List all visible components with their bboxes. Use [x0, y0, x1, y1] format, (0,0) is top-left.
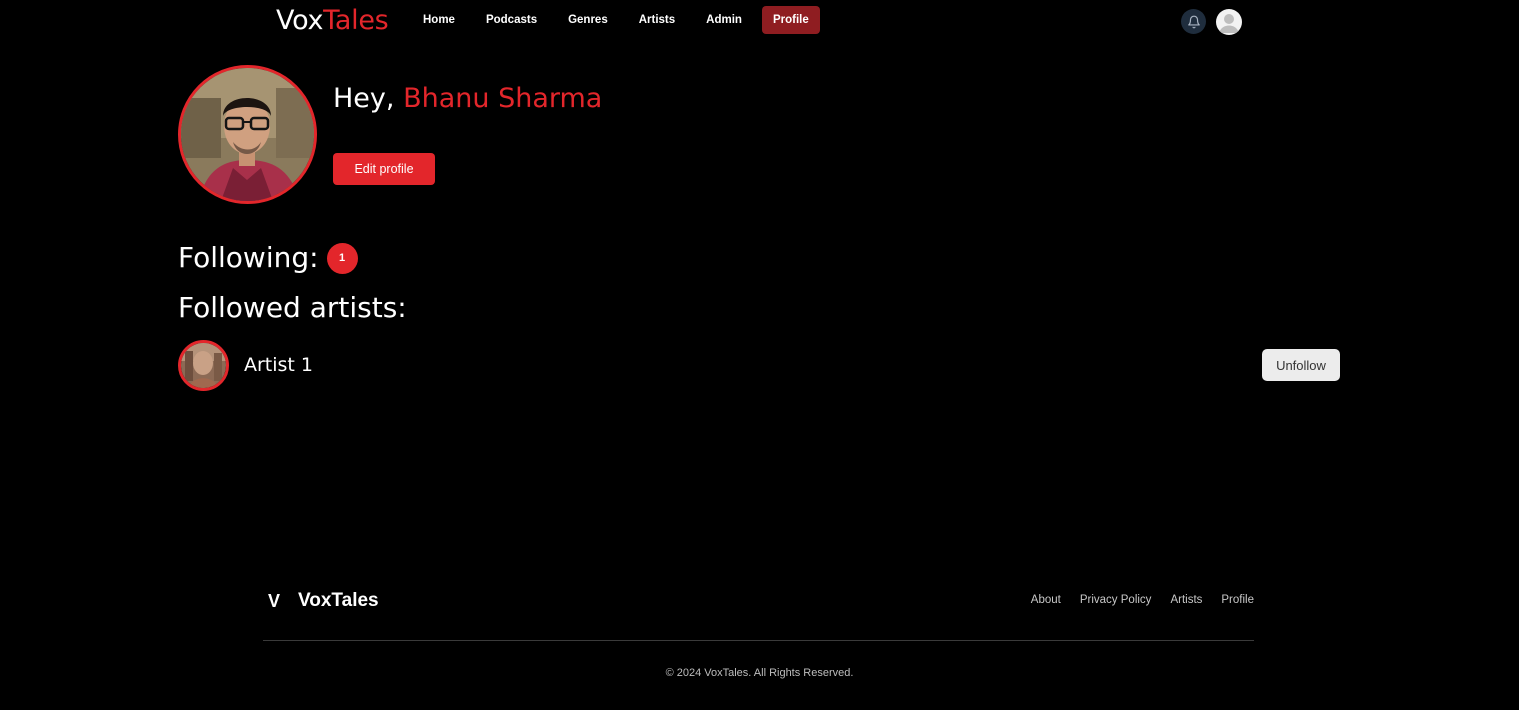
- copyright-text: © 2024 VoxTales. All Rights Reserved.: [665, 667, 854, 679]
- artist-photo-image: [181, 343, 226, 388]
- brand-logo-part2: Tales: [323, 5, 389, 36]
- footer-link-privacy-policy[interactable]: Privacy Policy: [1080, 594, 1152, 606]
- footer-link-about[interactable]: About: [1031, 594, 1061, 606]
- profile-photo-image: [181, 68, 314, 201]
- artist-name[interactable]: Artist 1: [244, 353, 313, 377]
- followed-artists-heading: Followed artists:: [178, 291, 407, 324]
- nav-link-admin[interactable]: Admin: [695, 6, 753, 34]
- brand-logo[interactable]: VoxTales: [276, 4, 389, 38]
- main-nav: Home Podcasts Genres Artists Admin Profi…: [412, 6, 829, 34]
- nav-link-profile[interactable]: Profile: [761, 6, 820, 34]
- user-icon: [1219, 14, 1239, 33]
- footer-link-profile[interactable]: Profile: [1221, 594, 1254, 606]
- profile-greeting: Hey, Bhanu Sharma: [333, 82, 602, 116]
- following-count-badge: 1: [326, 242, 358, 274]
- footer-logo-icon: V: [268, 590, 281, 611]
- top-navbar: VoxTales Home Podcasts Genres Artists Ad…: [0, 0, 1519, 42]
- footer-divider: [263, 640, 1254, 641]
- edit-profile-button[interactable]: Edit profile: [333, 153, 435, 185]
- user-name: Bhanu Sharma: [403, 83, 603, 114]
- footer-brand-name: VoxTales: [298, 590, 379, 611]
- footer-link-artists[interactable]: Artists: [1170, 594, 1202, 606]
- nav-link-podcasts[interactable]: Podcasts: [475, 6, 548, 34]
- bell-icon: [1187, 15, 1200, 28]
- user-avatar-button[interactable]: [1216, 9, 1242, 35]
- footer-brand[interactable]: V VoxTales: [268, 590, 379, 612]
- following-row: Following: 1: [178, 240, 358, 276]
- nav-link-artists[interactable]: Artists: [628, 6, 686, 34]
- greeting-text: Hey,: [333, 83, 395, 114]
- following-label: Following:: [178, 241, 319, 274]
- brand-logo-part1: Vox: [276, 5, 324, 36]
- unfollow-button[interactable]: Unfollow: [1262, 349, 1340, 381]
- nav-link-genres[interactable]: Genres: [557, 6, 619, 34]
- artist-avatar[interactable]: [178, 340, 229, 391]
- nav-link-home[interactable]: Home: [412, 6, 466, 34]
- profile-avatar: [178, 65, 317, 204]
- notifications-button[interactable]: [1181, 9, 1206, 34]
- footer-links: About Privacy Policy Artists Profile: [1012, 594, 1254, 606]
- list-item: Artist 1 Unfollow: [178, 340, 1340, 392]
